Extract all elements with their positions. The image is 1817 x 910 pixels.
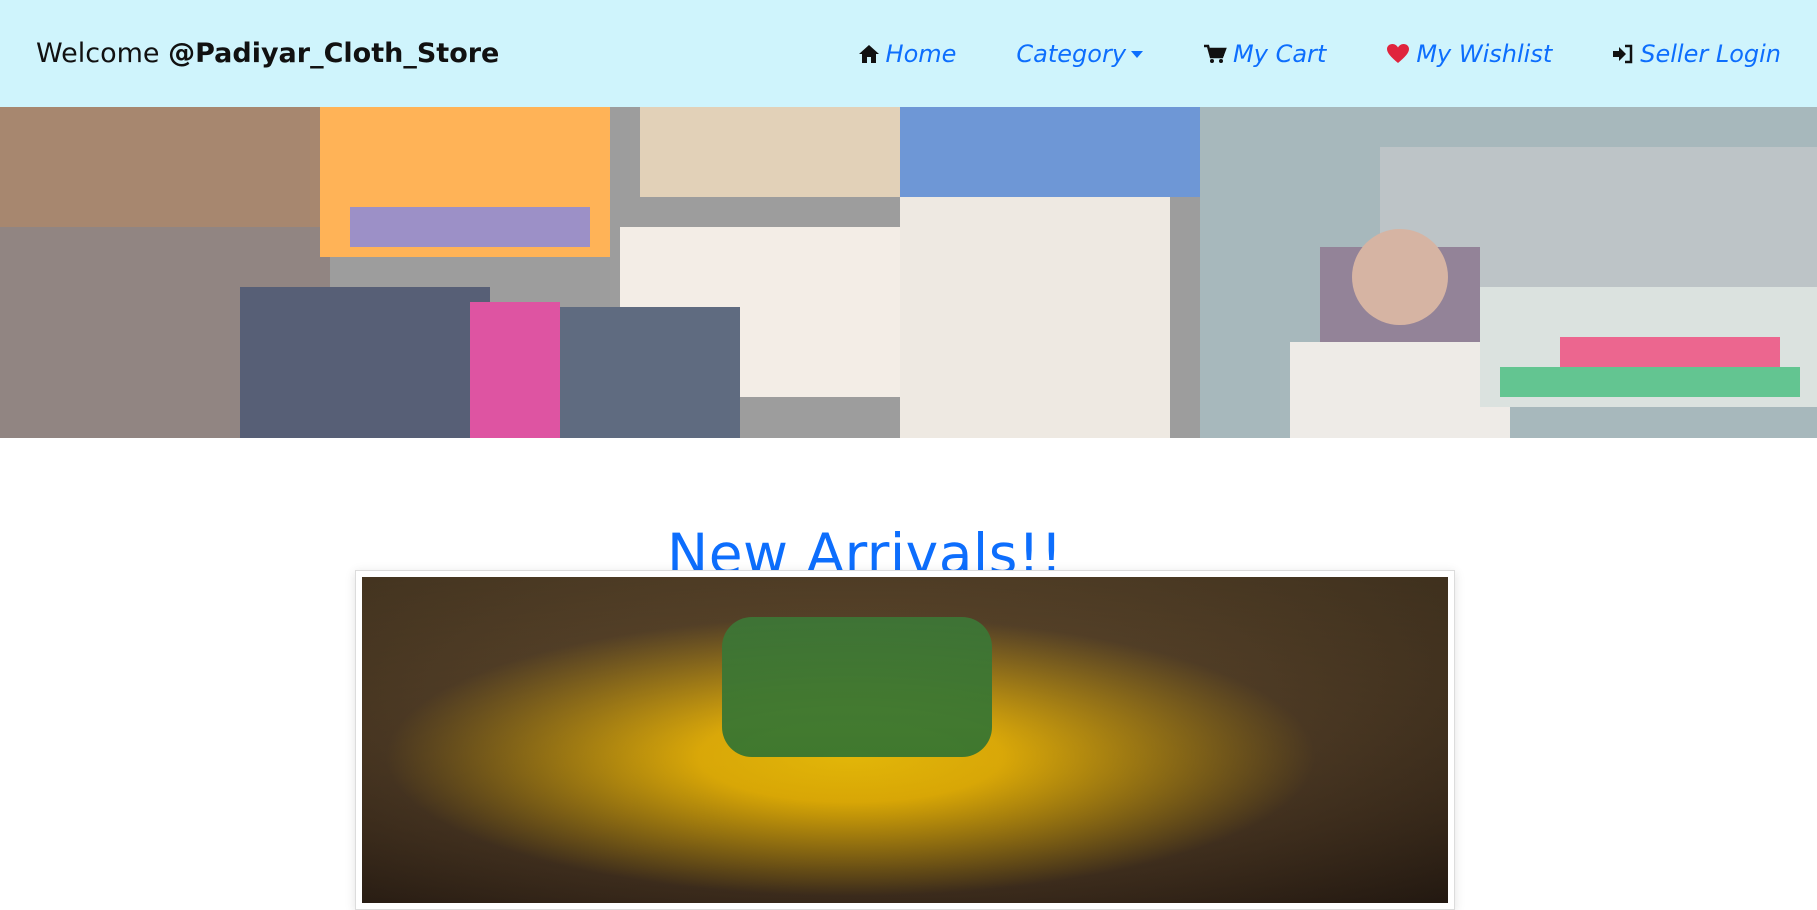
nav-home-label: Home bbox=[885, 39, 957, 68]
nav-my-cart-label: My Cart bbox=[1233, 39, 1327, 68]
image-shine bbox=[362, 577, 1448, 903]
hero-overlay bbox=[0, 107, 1817, 438]
chevron-down-icon bbox=[1131, 51, 1144, 58]
nav-my-cart[interactable]: My Cart bbox=[1203, 40, 1326, 68]
hero-banner-image bbox=[0, 107, 1817, 438]
sign-in-icon bbox=[1612, 44, 1634, 64]
nav-category-dropdown[interactable]: Category bbox=[1016, 39, 1144, 68]
home-icon bbox=[858, 44, 880, 64]
nav-seller-login[interactable]: Seller Login bbox=[1612, 40, 1781, 68]
nav-seller-login-label: Seller Login bbox=[1640, 39, 1781, 68]
nav-my-wishlist-label: My Wishlist bbox=[1416, 39, 1553, 68]
store-name: @Padiyar_Cloth_Store bbox=[168, 38, 500, 69]
top-navbar: Welcome @Padiyar_Cloth_Store Home Catego… bbox=[0, 0, 1817, 107]
cart-icon bbox=[1203, 44, 1227, 64]
nav-home[interactable]: Home bbox=[858, 39, 957, 68]
navbar-brand[interactable]: Welcome @Padiyar_Cloth_Store bbox=[36, 38, 499, 69]
nav-category-label: Category bbox=[1016, 39, 1127, 68]
new-arrival-image[interactable] bbox=[362, 577, 1448, 903]
new-arrival-card[interactable] bbox=[355, 570, 1455, 910]
nav-links: Home Category My Cart My Wishlist Seller… bbox=[858, 40, 1781, 68]
welcome-text: Welcome bbox=[36, 38, 169, 69]
heart-icon bbox=[1386, 43, 1410, 64]
nav-my-wishlist[interactable]: My Wishlist bbox=[1386, 40, 1552, 68]
